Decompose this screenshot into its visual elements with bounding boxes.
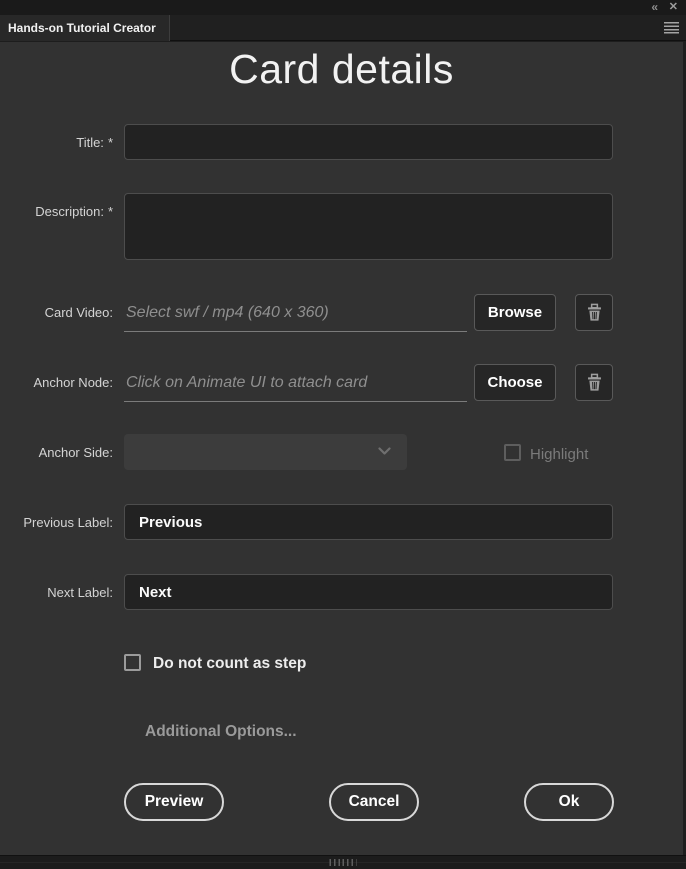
hamburger-menu-icon [664,22,679,34]
hands-on-tutorial-creator-panel: « ✕ Hands-on Tutorial Creator Card detai… [0,0,686,869]
resize-grip-icon [330,859,357,866]
anchor-node-field-label: Anchor Node: [0,375,113,390]
description-field-label: Description:* [0,204,113,219]
card-video-field-label: Card Video: [0,305,113,320]
next-label-field-label: Next Label: [0,585,113,600]
collapse-panel-icon[interactable]: « [651,0,657,15]
card-video-delete-button[interactable] [575,294,613,331]
tab-hands-on-tutorial-creator[interactable]: Hands-on Tutorial Creator [0,15,170,41]
panel-titlebar: « ✕ [0,0,686,15]
card-details-form: Card details Title:* Description:* Card … [0,42,686,855]
anchor-side-select[interactable] [124,434,407,470]
previous-label-field-label: Previous Label: [0,515,113,530]
chevron-down-icon [378,447,391,456]
close-panel-icon[interactable]: ✕ [669,0,678,15]
panel-menu-button[interactable] [661,20,681,36]
additional-options-link[interactable]: Additional Options... [145,723,297,741]
highlight-checkbox-label: Highlight [530,446,588,463]
highlight-checkbox[interactable] [504,444,521,461]
description-input[interactable] [124,193,613,260]
browse-button[interactable]: Browse [474,294,556,331]
required-asterisk: * [108,135,113,150]
tab-title: Hands-on Tutorial Creator [8,21,156,35]
panel-tabbar: Hands-on Tutorial Creator [0,15,686,41]
do-not-count-checkbox[interactable] [124,654,141,671]
previous-label-input[interactable] [124,504,613,540]
trash-icon [585,303,604,322]
ok-button[interactable]: Ok [524,783,614,821]
choose-button[interactable]: Choose [474,364,556,401]
anchor-node-input[interactable] [124,364,467,402]
anchor-node-delete-button[interactable] [575,364,613,401]
required-asterisk: * [108,204,113,219]
page-title: Card details [0,46,683,93]
cancel-button[interactable]: Cancel [329,783,419,821]
trash-icon [585,373,604,392]
title-field-label: Title:* [0,135,113,150]
title-input[interactable] [124,124,613,160]
preview-button[interactable]: Preview [124,783,224,821]
next-label-input[interactable] [124,574,613,610]
card-video-input[interactable] [124,294,467,332]
panel-resize-bar[interactable] [0,855,686,869]
anchor-side-field-label: Anchor Side: [0,445,113,460]
do-not-count-checkbox-label: Do not count as step [153,655,306,673]
